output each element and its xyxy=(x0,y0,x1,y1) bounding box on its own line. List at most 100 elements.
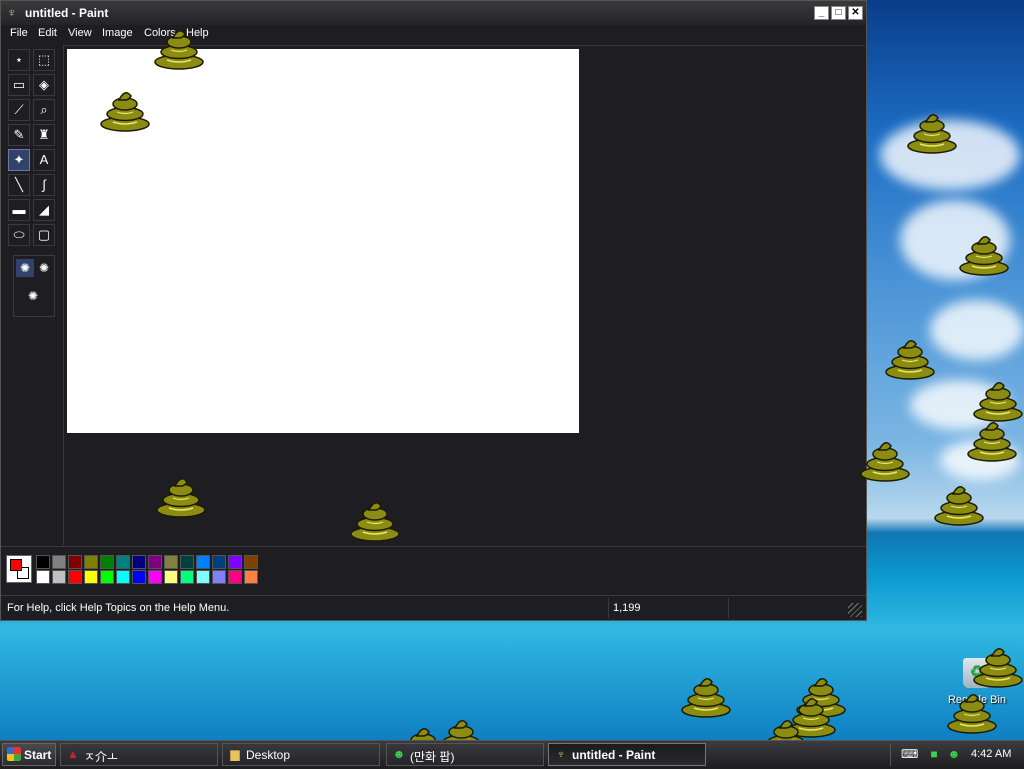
curve-icon: ∫ xyxy=(42,177,46,192)
color-swatch[interactable] xyxy=(68,555,82,569)
color-swatch[interactable] xyxy=(164,570,178,584)
tool-rounded-rect[interactable]: ▢ xyxy=(33,224,55,246)
color-picker-icon: ⟋ xyxy=(14,102,24,117)
poop-stamp-icon xyxy=(859,434,911,482)
start-label: Start xyxy=(24,748,52,762)
task-button-messenger[interactable]: ☻ (만화 팝) xyxy=(386,743,544,766)
menu-file[interactable]: File xyxy=(10,27,28,39)
start-button[interactable]: Start xyxy=(2,743,56,766)
task-button-app1[interactable]: ▲ ㅈ介ㅗ xyxy=(60,743,218,766)
color-swatch[interactable] xyxy=(52,555,66,569)
color-swatch[interactable] xyxy=(100,570,114,584)
menu-image[interactable]: Image xyxy=(102,27,133,39)
tool-ellipse[interactable]: ⬭ xyxy=(8,224,30,246)
poop-stamp-icon xyxy=(680,670,732,718)
fill-bucket-icon: ◈ xyxy=(39,77,49,92)
foreground-color-swatch[interactable] xyxy=(10,559,22,571)
color-swatch[interactable] xyxy=(36,555,50,569)
poop-stamp-icon xyxy=(933,478,985,526)
task-button-desktop[interactable]: ▆ Desktop xyxy=(222,743,380,766)
color-swatch[interactable] xyxy=(116,570,130,584)
airbrush-small-icon[interactable]: ✺ xyxy=(16,259,34,277)
poop-stamp-icon xyxy=(884,332,936,380)
color-swatch[interactable] xyxy=(132,570,146,584)
poop-stamp-icon xyxy=(99,84,151,132)
rectangle-icon: ▬ xyxy=(12,202,26,217)
color-swatch[interactable] xyxy=(212,570,226,584)
status-size-cell xyxy=(728,598,847,618)
color-swatch[interactable] xyxy=(164,555,178,569)
color-swatch[interactable] xyxy=(244,570,258,584)
task-button-paint[interactable]: ♆ untitled - Paint xyxy=(548,743,706,766)
color-swatch[interactable] xyxy=(228,570,242,584)
close-icon: ✕ xyxy=(851,7,860,18)
airbrush-large-icon[interactable]: ✺ xyxy=(24,287,42,305)
minimize-button[interactable]: _ xyxy=(814,6,829,20)
task-label: Desktop xyxy=(246,748,291,762)
title-bar[interactable]: ♆ untitled - Paint _ □ ✕ xyxy=(1,1,866,25)
color-swatch[interactable] xyxy=(196,570,210,584)
windows-flag-icon xyxy=(7,747,21,761)
task-label: (만화 팝) xyxy=(410,750,455,764)
status-coords: 1,199 xyxy=(613,602,641,614)
current-colors[interactable] xyxy=(6,555,32,583)
menu-view[interactable]: View xyxy=(68,27,92,39)
airbrush-medium-icon[interactable]: ✺ xyxy=(35,259,53,277)
airbrush-icon: ✦ xyxy=(13,152,25,167)
tool-brush[interactable]: ♜ xyxy=(33,124,55,146)
ellipse-icon: ⬭ xyxy=(13,227,25,242)
text-icon: A xyxy=(39,152,49,167)
color-swatch[interactable] xyxy=(180,570,194,584)
eraser-icon: ▭ xyxy=(12,77,26,92)
color-swatch[interactable] xyxy=(196,555,210,569)
poop-stamp-icon xyxy=(966,414,1018,462)
tool-line[interactable]: ╲ xyxy=(8,174,30,196)
task-label: ㅈ介ㅗ xyxy=(84,750,119,764)
color-swatch[interactable] xyxy=(244,555,258,569)
poop-stamp-icon xyxy=(349,494,401,542)
color-swatch[interactable] xyxy=(36,570,50,584)
color-swatch[interactable] xyxy=(212,555,226,569)
color-swatch[interactable] xyxy=(84,570,98,584)
color-swatch[interactable] xyxy=(116,555,130,569)
poop-stamp-icon xyxy=(958,228,1010,276)
tool-color-picker[interactable]: ⟋ xyxy=(8,99,30,121)
color-swatch[interactable] xyxy=(52,570,66,584)
color-swatch[interactable] xyxy=(84,555,98,569)
window-title: untitled - Paint xyxy=(25,6,109,20)
warning-triangle-icon: ▲ xyxy=(67,747,79,761)
paint-brush-icon[interactable]: ♆ xyxy=(7,5,21,21)
menu-edit[interactable]: Edit xyxy=(38,27,57,39)
tool-free-form-select[interactable]: ⋆ xyxy=(8,49,30,71)
tool-rectangle[interactable]: ▬ xyxy=(8,199,30,221)
color-swatch[interactable] xyxy=(100,555,114,569)
keyboard-icon[interactable]: ⌨ xyxy=(901,747,918,761)
color-swatch[interactable] xyxy=(180,555,194,569)
color-swatch[interactable] xyxy=(132,555,146,569)
clock[interactable]: 4:42 AM xyxy=(971,748,1011,760)
rect-select-icon: ⬚ xyxy=(37,52,51,67)
tool-pencil[interactable]: ✎ xyxy=(8,124,30,146)
poop-stamp-icon xyxy=(946,686,998,734)
tool-rect-select[interactable]: ⬚ xyxy=(33,49,55,71)
resize-grip[interactable] xyxy=(848,603,862,617)
maximize-button[interactable]: □ xyxy=(831,6,846,20)
free-form-select-icon: ⋆ xyxy=(14,52,24,67)
minimize-icon: _ xyxy=(818,7,825,18)
color-swatch[interactable] xyxy=(228,555,242,569)
color-swatch[interactable] xyxy=(148,570,162,584)
network-icon[interactable]: ■ xyxy=(927,747,941,761)
taskbar: Start ▲ ㅈ介ㅗ ▆ Desktop ☻ (만화 팝) ♆ untitle… xyxy=(0,740,1024,769)
close-button[interactable]: ✕ xyxy=(848,6,863,20)
tool-polygon[interactable]: ◢ xyxy=(33,199,55,221)
messenger-tray-icon[interactable]: ☻ xyxy=(947,747,961,761)
tool-text[interactable]: A xyxy=(33,149,55,171)
tool-eraser[interactable]: ▭ xyxy=(8,74,30,96)
color-swatch[interactable] xyxy=(68,570,82,584)
tool-magnifier[interactable]: ⌕ xyxy=(33,99,55,121)
tool-fill-bucket[interactable]: ◈ xyxy=(33,74,55,96)
task-label: untitled - Paint xyxy=(572,748,656,762)
tool-airbrush[interactable]: ✦ xyxy=(8,149,30,171)
color-swatch[interactable] xyxy=(148,555,162,569)
tool-curve[interactable]: ∫ xyxy=(33,174,55,196)
